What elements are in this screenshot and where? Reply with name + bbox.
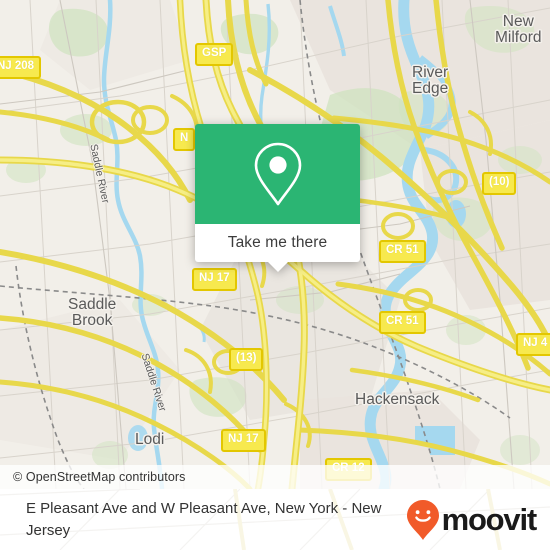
shield-13: (13) bbox=[229, 348, 264, 371]
route-shield-label: NJ 4 bbox=[523, 337, 548, 349]
shield-cr-51-lower: CR 51 bbox=[379, 311, 426, 334]
moovit-pin-smiley-icon bbox=[406, 499, 439, 540]
shield-10: (10) bbox=[482, 172, 517, 195]
moovit-logo[interactable]: moovit bbox=[406, 499, 538, 541]
osm-attribution-text: © OpenStreetMap contributors bbox=[13, 470, 186, 484]
route-shield-label: NJ 17 bbox=[228, 433, 259, 445]
route-shield-label: CR 51 bbox=[386, 315, 419, 327]
moovit-wordmark: moovit bbox=[441, 502, 538, 537]
route-shield-label: GSP bbox=[202, 47, 227, 59]
shield-nj-17-mid: NJ 17 bbox=[192, 268, 237, 291]
take-me-there-button[interactable]: Take me there bbox=[195, 224, 360, 272]
route-shield-label: CR 51 bbox=[386, 244, 419, 256]
location-popup[interactable]: Take me there bbox=[195, 124, 360, 272]
popup-pointer bbox=[266, 261, 289, 272]
shield-nj-4: NJ 4 bbox=[516, 333, 550, 356]
route-shield-label: NJ 208 bbox=[0, 60, 35, 72]
take-me-there-label: Take me there bbox=[227, 234, 328, 251]
shield-gsp: GSP bbox=[195, 43, 234, 66]
shield-nj-208: NJ 208 bbox=[0, 56, 42, 79]
route-shield-label: (13) bbox=[236, 352, 257, 364]
place-new-milford: New Milford bbox=[495, 13, 542, 47]
screenshot-root: NJ 208 GSP N (10) CR 51 NJ 17 CR 51 NJ 4 (13) NJ … bbox=[0, 0, 550, 550]
place-saddle-brook: Saddle Brook bbox=[68, 296, 117, 330]
footer-bar: E Pleasant Ave and W Pleasant Ave, New Y… bbox=[0, 489, 550, 550]
place-river-edge: River Edge bbox=[412, 64, 449, 98]
map-canvas[interactable]: NJ 208 GSP N (10) CR 51 NJ 17 CR 51 NJ 4 (13) NJ … bbox=[0, 0, 550, 489]
place-lodi: Lodi bbox=[135, 431, 165, 448]
shield-nj-17-upper: N bbox=[173, 128, 196, 151]
map-pin-icon bbox=[254, 142, 301, 206]
map-attribution-bar[interactable]: © OpenStreetMap contributors bbox=[0, 465, 550, 489]
popup-image-area bbox=[195, 124, 360, 224]
route-shield-label: (10) bbox=[489, 176, 510, 188]
shield-nj-17-lower: NJ 17 bbox=[221, 429, 266, 452]
place-hackensack: Hackensack bbox=[355, 391, 440, 408]
route-shield-label: NJ 17 bbox=[199, 272, 230, 284]
shield-cr-51-upper: CR 51 bbox=[379, 240, 426, 263]
page-title: E Pleasant Ave and W Pleasant Ave, New Y… bbox=[26, 499, 382, 539]
route-shield-label: N bbox=[180, 132, 189, 144]
